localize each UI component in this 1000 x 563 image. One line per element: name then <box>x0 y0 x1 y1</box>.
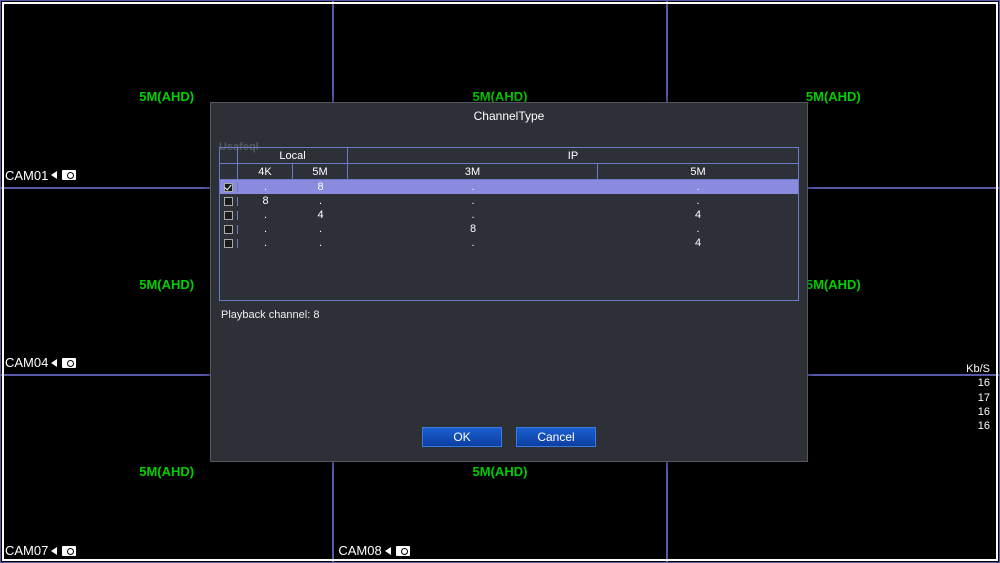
dialog-buttons: OK Cancel <box>211 427 807 447</box>
speaker-icon <box>51 359 57 367</box>
checkbox-icon[interactable] <box>224 197 233 206</box>
camera-resolution: 5M(AHD) <box>473 464 528 479</box>
camera-resolution: 5M(AHD) <box>139 277 194 292</box>
camera-resolution: 5M(AHD) <box>806 89 861 104</box>
camera-label: CAM08 <box>338 543 409 558</box>
cancel-button[interactable]: Cancel <box>516 427 596 447</box>
header-4k: 4K <box>238 164 293 179</box>
speaker-icon <box>51 171 57 179</box>
table-row[interactable]: . . . 4 <box>220 236 798 250</box>
channel-table: Local IP 4K 5M 3M 5M . 8 . . 8 . . <box>219 147 799 301</box>
stats-value: 16 <box>966 419 990 433</box>
header-local: Local <box>238 148 348 163</box>
dialog-title: ChannelType <box>211 103 807 129</box>
cell-ip5m: 4 <box>598 209 798 221</box>
table-row[interactable]: . . 8 . <box>220 222 798 236</box>
table-row[interactable]: . 4 . 4 <box>220 208 798 222</box>
ok-button[interactable]: OK <box>422 427 502 447</box>
camera-icon <box>62 546 76 556</box>
camera-icon <box>396 546 410 556</box>
cell-4k: . <box>238 237 293 249</box>
stats-value: 17 <box>966 391 990 405</box>
camera-icon <box>62 358 76 368</box>
camera-label: CAM01 <box>5 168 76 183</box>
channel-type-dialog: ChannelType Usafeql Local IP 4K 5M 3M 5M… <box>210 102 808 462</box>
table-row[interactable]: 8 . . . <box>220 194 798 208</box>
checkbox-icon[interactable] <box>224 239 233 248</box>
table-header-sub: 4K 5M 3M 5M <box>220 164 798 180</box>
camera-icon <box>62 170 76 180</box>
cell-ip5m: . <box>598 195 798 207</box>
camera-resolution: 5M(AHD) <box>806 277 861 292</box>
table-header-top: Local IP <box>220 148 798 164</box>
cell-3m: . <box>348 209 598 221</box>
cell-5m: . <box>293 223 348 235</box>
header-ip5m: 5M <box>598 164 798 179</box>
cell-ip5m: . <box>598 181 798 193</box>
bitrate-stats: Kb/S 16 17 16 16 <box>966 362 990 433</box>
table-body: . 8 . . 8 . . . . 4 . 4 . . <box>220 180 798 300</box>
cell-5m: . <box>293 195 348 207</box>
cell-5m: . <box>293 237 348 249</box>
table-row[interactable]: . 8 . . <box>220 180 798 194</box>
header-5m: 5M <box>293 164 348 179</box>
checkbox-icon[interactable] <box>224 225 233 234</box>
cell-4k: . <box>238 209 293 221</box>
stats-header: Kb/S <box>966 362 990 376</box>
header-3m: 3M <box>348 164 598 179</box>
cell-ip5m: . <box>598 223 798 235</box>
speaker-icon <box>385 547 391 555</box>
cell-4k: 8 <box>238 195 293 207</box>
stats-value: 16 <box>966 376 990 390</box>
checkbox-icon[interactable] <box>224 183 233 192</box>
cell-5m: 4 <box>293 209 348 221</box>
stats-value: 16 <box>966 405 990 419</box>
speaker-icon <box>51 547 57 555</box>
camera-resolution: 5M(AHD) <box>139 89 194 104</box>
cell-ip5m: 4 <box>598 237 798 249</box>
cell-3m: . <box>348 195 598 207</box>
camera-label: CAM07 <box>5 543 76 558</box>
camera-label: CAM04 <box>5 355 76 370</box>
checkbox-icon[interactable] <box>224 211 233 220</box>
cell-3m: 8 <box>348 223 598 235</box>
cell-4k: . <box>238 223 293 235</box>
cell-3m: . <box>348 237 598 249</box>
playback-channel-label: Playback channel: 8 <box>221 309 797 321</box>
cell-4k: . <box>238 181 293 193</box>
camera-resolution: 5M(AHD) <box>139 464 194 479</box>
cell-5m: 8 <box>293 181 348 193</box>
header-ip: IP <box>348 148 798 163</box>
cell-3m: . <box>348 181 598 193</box>
